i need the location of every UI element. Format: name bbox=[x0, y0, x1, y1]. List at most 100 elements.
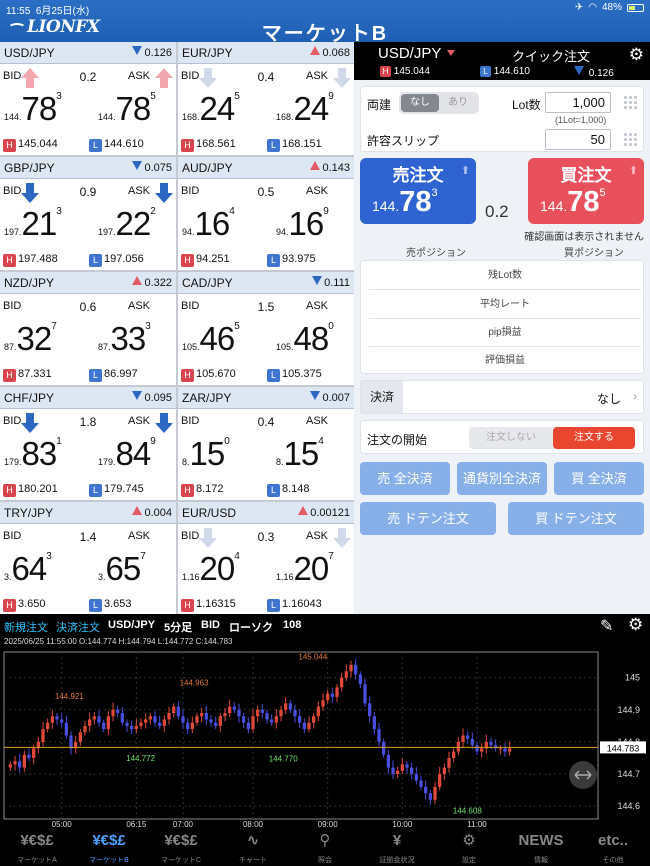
currency-icon: ¥€$£ bbox=[92, 832, 126, 849]
scroll-handle-icon[interactable] bbox=[569, 761, 597, 789]
bid-price[interactable]: 87.327 bbox=[4, 320, 57, 358]
candle bbox=[307, 722, 311, 730]
sell-close-all-button[interactable]: 売 全決済 bbox=[360, 462, 450, 495]
order-start-toggle[interactable]: 注文しない 注文する bbox=[469, 427, 635, 449]
candle bbox=[288, 703, 292, 710]
ask-price[interactable]: 179.849 bbox=[98, 435, 156, 473]
ryodate-label: 両建 bbox=[367, 98, 392, 112]
bid-price[interactable]: 105.465 bbox=[182, 320, 240, 358]
tab-chart[interactable]: ∿ チャート bbox=[217, 828, 289, 866]
candle bbox=[456, 741, 460, 752]
tab-news[interactable]: NEWS 情報 bbox=[505, 828, 577, 866]
rate-tile-nzd-jpy[interactable]: NZD/JPY 0.322 BID ASK 0.6 87.327 87.333 H 87.331… bbox=[0, 272, 176, 385]
arrow-icon: ⬆ bbox=[460, 165, 470, 177]
rate-tile-eur-jpy[interactable]: EUR/JPY 0.068 BID ASK 0.4 168.245 168.249 H 168.… bbox=[178, 42, 354, 155]
side-selector[interactable]: BID bbox=[201, 619, 220, 631]
low-value: L 86.997 bbox=[89, 368, 138, 382]
rate-tile-usd-jpy[interactable]: USD/JPY 0.126 BID ASK 0.2 144.783 144.785 H 145.… bbox=[0, 42, 176, 155]
lot-input[interactable]: 1,000 bbox=[545, 92, 611, 113]
ask-price[interactable]: 197.222 bbox=[98, 205, 156, 243]
candle bbox=[237, 709, 241, 717]
spread-value: 0.4 bbox=[257, 415, 275, 429]
candle bbox=[41, 729, 45, 742]
plot-frame bbox=[3, 651, 599, 820]
ask-price[interactable]: 168.249 bbox=[276, 90, 334, 128]
rate-tile-try-jpy[interactable]: TRY/JPY 0.004 BID ASK 1.4 3.643 3.657 H 3.650 L 3.… bbox=[0, 502, 176, 615]
sell-doten-button[interactable]: 売 ドテン注文 bbox=[360, 502, 496, 535]
rate-tile-zar-jpy[interactable]: ZAR/JPY 0.007 BID ASK 0.4 8.150 8.154 H 8.172 L 8.… bbox=[178, 387, 354, 500]
pair-close-all-button[interactable]: 通貨別全決済 bbox=[457, 462, 547, 495]
rate-tile-chf-jpy[interactable]: CHF/JPY 0.095 BID ASK 1.8 179.831 179.849 H 180.… bbox=[0, 387, 176, 500]
ask-price[interactable]: 144.785 bbox=[98, 90, 156, 128]
gear-icon[interactable]: ⚙ bbox=[628, 615, 643, 635]
candle bbox=[372, 716, 376, 730]
bid-price[interactable]: 3.643 bbox=[4, 550, 52, 588]
new-order-link[interactable]: 新規注文 bbox=[4, 619, 48, 635]
order-start-row: 注文の開始 注文しない 注文する bbox=[360, 420, 644, 454]
low-value: L 179.745 bbox=[89, 483, 144, 497]
ask-price[interactable]: 1.16207 bbox=[276, 550, 334, 588]
kessai-value: なし bbox=[596, 392, 621, 406]
bid-price[interactable]: 8.150 bbox=[182, 435, 230, 473]
tab-market-a[interactable]: ¥€$£ マーケットA bbox=[1, 828, 73, 866]
change-value: 0.126 bbox=[132, 46, 172, 59]
ask-price[interactable]: 87.333 bbox=[98, 320, 151, 358]
buy-close-all-button[interactable]: 買 全決済 bbox=[554, 462, 644, 495]
ask-price[interactable]: 105.480 bbox=[276, 320, 334, 358]
gear-icon[interactable]: ⚙ bbox=[629, 45, 644, 65]
ryodate-toggle[interactable]: なし あり bbox=[399, 92, 479, 114]
x-tick-label: 05:00 bbox=[52, 820, 73, 828]
candle bbox=[466, 735, 470, 739]
rate-tile-gbp-jpy[interactable]: GBP/JPY 0.075 BID ASK 0.9 197.213 197.222 H 197.… bbox=[0, 157, 176, 270]
rate-tile-aud-jpy[interactable]: AUD/JPY 0.143 BID ASK 0.5 94.164 94.169 H 94.251… bbox=[178, 157, 354, 270]
ask-price[interactable]: 3.657 bbox=[98, 550, 146, 588]
tab-margin[interactable]: ¥ 証拠金状況 bbox=[361, 828, 433, 866]
bid-price[interactable]: 1.16204 bbox=[182, 550, 240, 588]
pair-name: EUR/JPY bbox=[182, 46, 233, 60]
bid-price[interactable]: 197.213 bbox=[4, 205, 62, 243]
tab-others[interactable]: etc.. その他 bbox=[577, 828, 649, 866]
slip-input[interactable]: 50 bbox=[545, 129, 611, 150]
rate-tile-cad-jpy[interactable]: CAD/JPY 0.111 BID ASK 1.5 105.465 105.480 H 105.… bbox=[178, 272, 354, 385]
close-order-link[interactable]: 決済注文 bbox=[56, 619, 100, 635]
buy-doten-button[interactable]: 買 ドテン注文 bbox=[508, 502, 644, 535]
chart-pair-selector[interactable]: USD/JPY bbox=[108, 619, 155, 631]
pencil-icon[interactable]: ✎ bbox=[600, 616, 613, 636]
ask-price[interactable]: 94.169 bbox=[276, 205, 329, 243]
price-annotation: 144.921 bbox=[55, 692, 84, 701]
candle bbox=[172, 706, 176, 714]
bid-price[interactable]: 94.164 bbox=[182, 205, 235, 243]
kessai-row[interactable]: 決済 なし › bbox=[360, 380, 644, 414]
bid-price[interactable]: 144.783 bbox=[4, 90, 62, 128]
candle bbox=[102, 722, 106, 730]
down-triangle-icon bbox=[312, 276, 323, 285]
ask-price[interactable]: 8.154 bbox=[276, 435, 324, 473]
tab-settings[interactable]: ⚙ 設定 bbox=[433, 828, 505, 866]
candle-plot[interactable]: 145144.9144.8144.7144.605:0006:1507:0008… bbox=[0, 647, 650, 828]
bid-price[interactable]: 179.831 bbox=[4, 435, 62, 473]
tab-market-b[interactable]: ¥€$£ マーケットB bbox=[73, 828, 145, 866]
sell-order-button[interactable]: 売注文 ⬆ 144.783 bbox=[360, 158, 476, 224]
bid-price[interactable]: 168.245 bbox=[182, 90, 240, 128]
tile-header: TRY/JPY 0.004 bbox=[0, 502, 176, 524]
tab-market-c[interactable]: ¥€$£ マーケットC bbox=[145, 828, 217, 866]
high-value: H 3.650 bbox=[3, 598, 46, 612]
buy-order-button[interactable]: 買注文 ⬆ 144.785 bbox=[528, 158, 644, 224]
candle-count-selector[interactable]: 108 bbox=[283, 619, 301, 631]
chart-style-selector[interactable]: ローソク bbox=[229, 619, 273, 635]
currency-icon: ¥€$£ bbox=[20, 832, 54, 849]
candle bbox=[358, 674, 362, 685]
candle bbox=[153, 716, 157, 723]
pair-selector[interactable]: USD/JPY bbox=[378, 45, 456, 62]
candle bbox=[46, 722, 50, 730]
timeframe-selector[interactable]: 5分足 bbox=[164, 619, 192, 635]
tile-header: GBP/JPY 0.075 bbox=[0, 157, 176, 179]
lot-keypad-icon[interactable] bbox=[623, 95, 637, 109]
tab-inquiry[interactable]: ⚲ 照会 bbox=[289, 828, 361, 866]
chart-toolbar: 新規注文 決済注文 USD/JPY 5分足 BID ローソク 108 ✎ ⚙ bbox=[0, 614, 650, 636]
change-value: 0.075 bbox=[132, 161, 172, 174]
rate-tile-eur-usd[interactable]: EUR/USD 0.00121 BID ASK 0.3 1.16204 1.16207 H 1.… bbox=[178, 502, 354, 615]
candle bbox=[391, 767, 395, 775]
candle bbox=[120, 713, 124, 723]
slip-keypad-icon[interactable] bbox=[623, 132, 637, 146]
